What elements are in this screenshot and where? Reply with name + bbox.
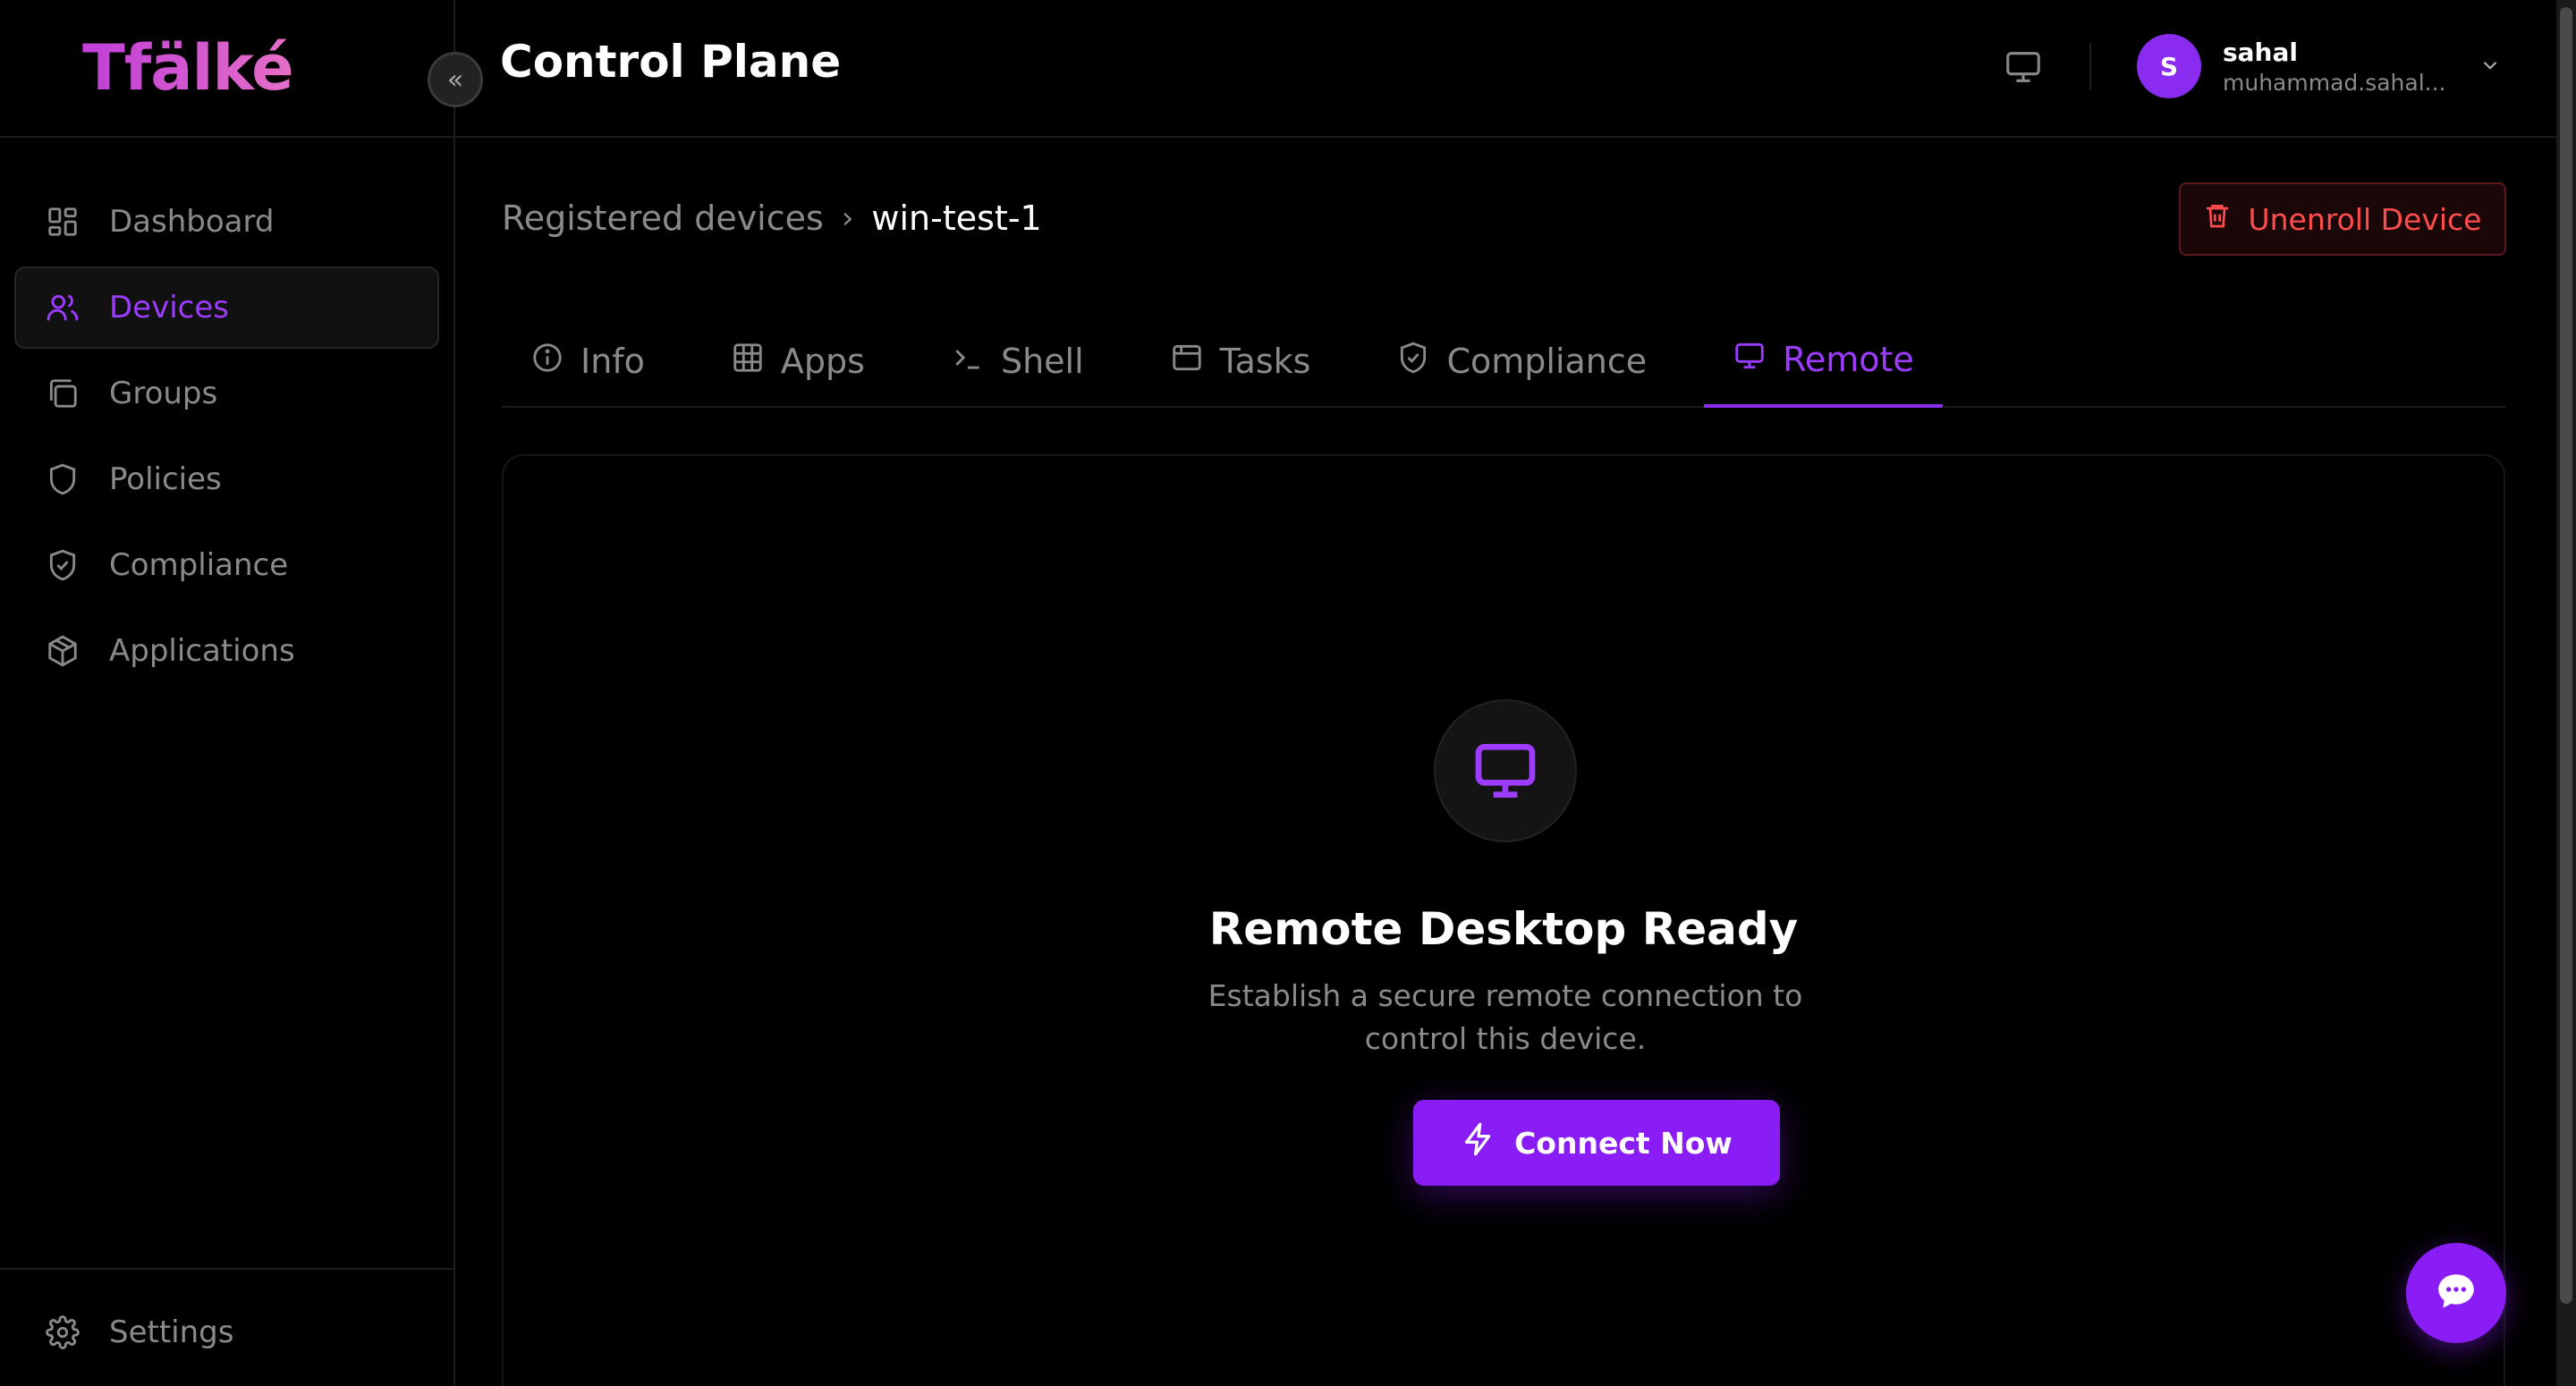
sidebar-item-applications[interactable]: Applications xyxy=(14,610,439,692)
chat-bubble-icon xyxy=(2434,1269,2479,1317)
logo-area: Tfälké xyxy=(0,0,453,138)
sidebar-item-label: Devices xyxy=(109,290,229,325)
calendar-icon xyxy=(1170,341,1220,383)
tab-info[interactable]: Info xyxy=(502,315,674,408)
shield-check-icon xyxy=(1396,341,1446,383)
info-icon xyxy=(530,341,580,383)
monitor-icon[interactable] xyxy=(2003,46,2044,88)
breadcrumb-current: win-test-1 xyxy=(871,199,1042,238)
sidebar-item-devices[interactable]: Devices xyxy=(14,266,439,349)
tab-label: Compliance xyxy=(1446,342,1648,381)
tab-label: Info xyxy=(580,342,645,381)
remote-title: Remote Desktop Ready xyxy=(1208,903,1799,955)
grid-icon xyxy=(731,341,781,383)
sidebar: Tfälké Dashboard Devices Groups Policies… xyxy=(0,0,455,1386)
tab-label: Remote xyxy=(1783,340,1914,379)
chevron-down-icon[interactable] xyxy=(2479,54,2502,77)
sidebar-footer: Settings xyxy=(0,1268,453,1386)
sidebar-nav: Dashboard Devices Groups Policies Compli… xyxy=(14,181,439,696)
tab-label: Shell xyxy=(1000,342,1084,381)
shield-check-icon xyxy=(45,547,80,583)
device-tabs: Info Apps Shell Tasks Compliance Remote xyxy=(502,315,2505,408)
unenroll-device-button[interactable]: Unenroll Device xyxy=(2179,182,2506,256)
layers-icon xyxy=(45,376,80,411)
users-icon xyxy=(45,290,80,325)
tab-tasks[interactable]: Tasks xyxy=(1141,315,1340,408)
grid-icon xyxy=(45,204,80,240)
collapse-sidebar-button[interactable]: « xyxy=(428,52,483,107)
sidebar-item-label: Applications xyxy=(109,633,295,669)
tab-label: Tasks xyxy=(1219,342,1311,381)
monitor-icon xyxy=(1733,339,1783,381)
sidebar-item-groups[interactable]: Groups xyxy=(14,352,439,435)
header-divider xyxy=(2089,43,2091,89)
tab-compliance[interactable]: Compliance xyxy=(1368,315,1675,408)
sidebar-item-compliance[interactable]: Compliance xyxy=(14,524,439,606)
gear-icon xyxy=(45,1314,80,1350)
user-email: muhammad.sahal... xyxy=(2223,70,2446,96)
avatar[interactable]: S xyxy=(2137,34,2201,98)
sidebar-item-settings[interactable]: Settings xyxy=(14,1291,439,1373)
connect-now-button[interactable]: Connect Now xyxy=(1413,1100,1780,1186)
breadcrumb-parent-link[interactable]: Registered devices xyxy=(502,199,824,238)
sidebar-item-label: Compliance xyxy=(109,547,289,583)
tab-apps[interactable]: Apps xyxy=(702,315,894,408)
tab-label: Apps xyxy=(780,342,865,381)
main-content: Registered devices › win-test-1 Unenroll… xyxy=(455,139,2576,1386)
chevron-right-icon: › xyxy=(841,200,854,236)
monitor-icon xyxy=(1434,699,1577,842)
tab-shell[interactable]: Shell xyxy=(922,315,1113,408)
scrollbar-thumb[interactable] xyxy=(2560,7,2572,1304)
sidebar-item-label: Policies xyxy=(109,461,222,497)
sidebar-item-label: Groups xyxy=(109,376,218,411)
sidebar-item-policies[interactable]: Policies xyxy=(14,438,439,520)
sidebar-item-label: Settings xyxy=(109,1314,234,1350)
lightning-icon xyxy=(1461,1121,1496,1164)
sidebar-item-label: Dashboard xyxy=(109,204,275,240)
chat-button[interactable] xyxy=(2406,1243,2506,1343)
terminal-icon xyxy=(951,341,1001,383)
sidebar-item-dashboard[interactable]: Dashboard xyxy=(14,181,439,263)
remote-description: Establish a secure remote connection to … xyxy=(1208,978,1803,1056)
shield-icon xyxy=(45,461,80,497)
user-name[interactable]: sahal xyxy=(2223,38,2298,67)
app-root: Tfälké Dashboard Devices Groups Policies… xyxy=(0,0,2576,1386)
page-title: Control Plane xyxy=(500,36,842,88)
tab-remote[interactable]: Remote xyxy=(1704,315,1943,408)
logo[interactable]: Tfälké xyxy=(82,31,294,105)
chevrons-left-icon: « xyxy=(446,63,464,96)
package-icon xyxy=(45,633,80,669)
connect-label: Connect Now xyxy=(1514,1125,1733,1161)
remote-panel: Remote Desktop Ready Establish a secure … xyxy=(502,454,2505,1386)
trash-icon xyxy=(2203,201,2232,237)
top-header: Control Plane S sahal muhammad.sahal... xyxy=(455,0,2576,138)
vertical-scrollbar[interactable] xyxy=(2556,0,2576,1386)
breadcrumb: Registered devices › win-test-1 xyxy=(502,199,1042,238)
unenroll-label: Unenroll Device xyxy=(2248,201,2482,237)
